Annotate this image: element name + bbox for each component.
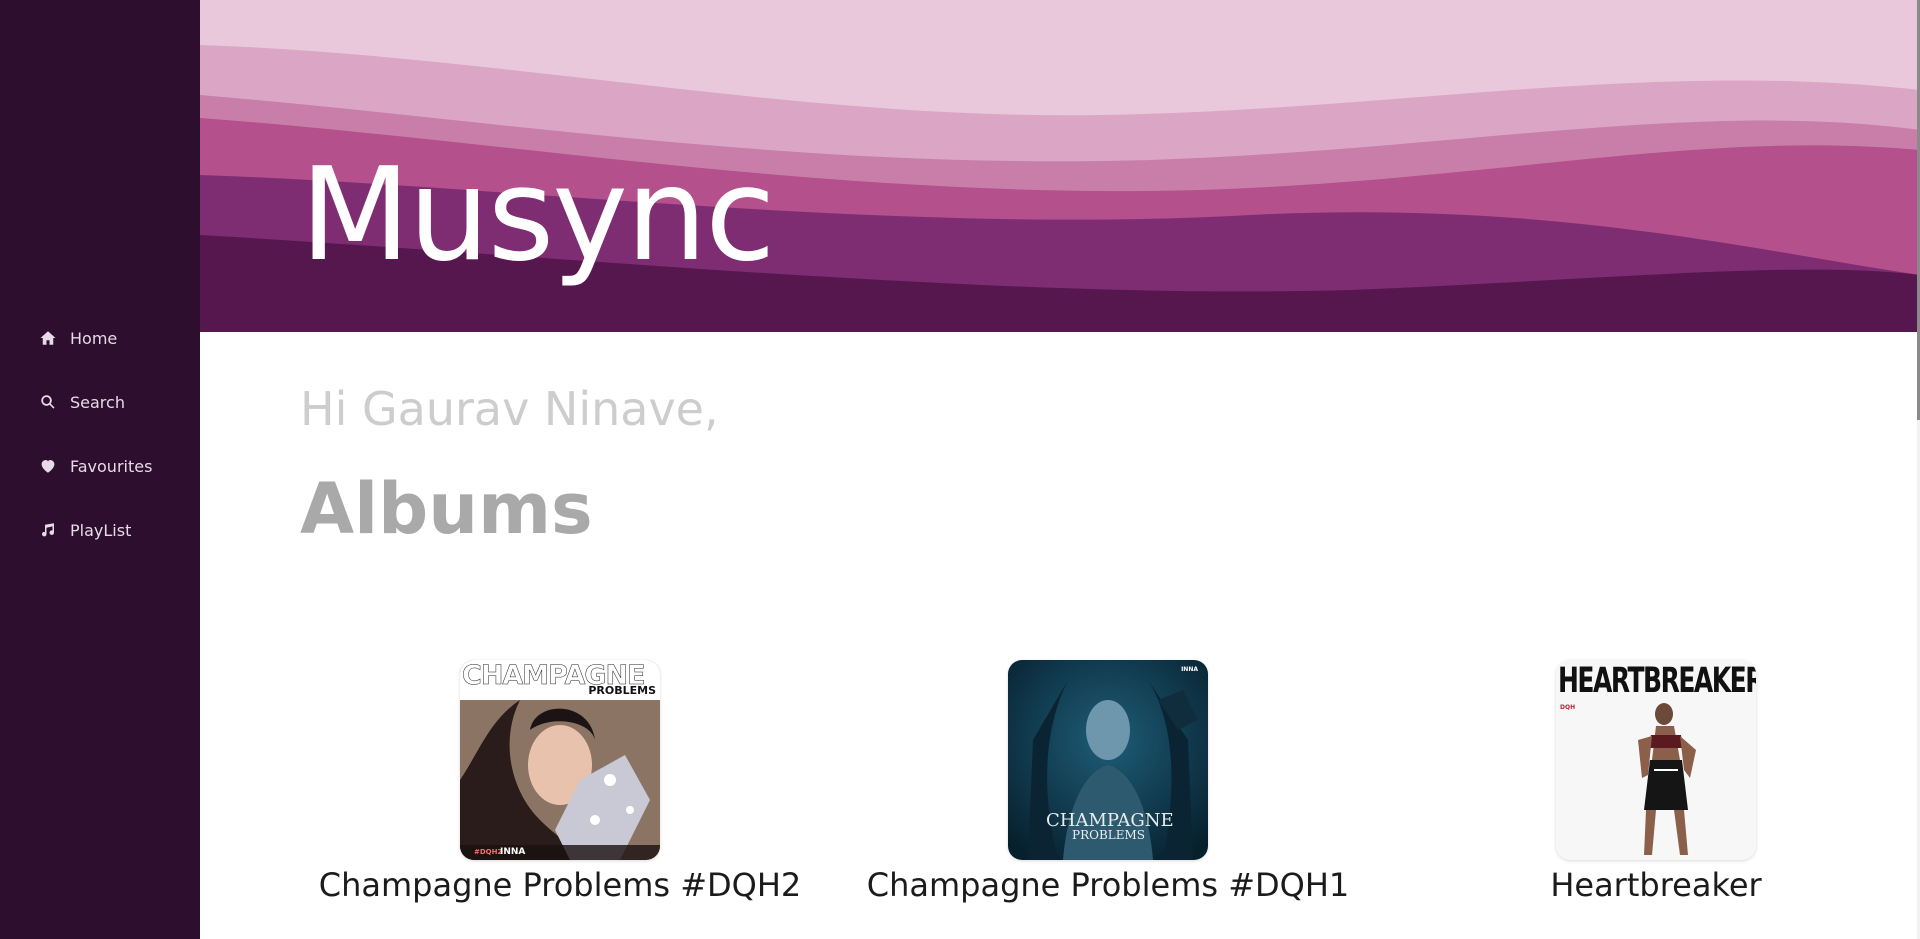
section-title-albums: Albums bbox=[300, 468, 593, 550]
album-name[interactable]: Heartbreaker bbox=[1550, 866, 1761, 904]
main-content: Musync Hi Gaurav Ninave, Albums CHAMPAGN… bbox=[200, 0, 1920, 939]
sidebar: Home Search Favourites PlayList bbox=[0, 0, 200, 939]
greeting-text: Hi Gaurav Ninave, bbox=[300, 382, 719, 436]
cover-tag-text: DQH bbox=[1560, 704, 1576, 711]
sidebar-item-home[interactable]: Home bbox=[0, 306, 200, 370]
sidebar-item-favourites[interactable]: Favourites bbox=[0, 434, 200, 498]
music-note-icon bbox=[38, 520, 58, 540]
app-window: Home Search Favourites PlayList Musync H… bbox=[0, 0, 1920, 939]
app-title: Musync bbox=[300, 141, 775, 290]
search-icon bbox=[38, 392, 58, 412]
cover-tag-text: #DQH2 bbox=[474, 848, 503, 856]
home-icon bbox=[38, 328, 58, 348]
sidebar-item-label: Search bbox=[70, 392, 125, 412]
sidebar-item-playlist[interactable]: PlayList bbox=[0, 498, 200, 562]
sidebar-nav: Home Search Favourites PlayList bbox=[0, 306, 200, 562]
album-name[interactable]: Champagne Problems #DQH1 bbox=[867, 866, 1350, 904]
sidebar-item-search[interactable]: Search bbox=[0, 370, 200, 434]
album-cover[interactable]: CHAMPAGNE PROBLEMS INNA bbox=[1008, 660, 1208, 860]
cover-artist-text: INNA bbox=[500, 847, 526, 857]
header-banner: Musync bbox=[200, 0, 1920, 332]
sidebar-item-label: PlayList bbox=[70, 520, 132, 540]
sidebar-item-label: Favourites bbox=[70, 456, 153, 476]
cover-title-text: HEARTBREAKER bbox=[1558, 660, 1756, 701]
cover-artist-text: INNA bbox=[1181, 666, 1198, 673]
album-card[interactable]: CHAMPAGNE PROBLEMS #DQH2 INNA Champagne … bbox=[319, 660, 801, 904]
album-cover[interactable]: HEARTBREAKER DQH bbox=[1556, 660, 1756, 860]
heart-icon bbox=[38, 456, 58, 476]
cover-subtitle-text: PROBLEMS bbox=[1072, 828, 1146, 842]
cover-subtitle-text: PROBLEMS bbox=[588, 684, 656, 697]
album-card[interactable]: HEARTBREAKER DQH Heartbreaker bbox=[1426, 660, 1886, 904]
album-name[interactable]: Champagne Problems #DQH2 bbox=[319, 866, 802, 904]
album-cover[interactable]: CHAMPAGNE PROBLEMS #DQH2 INNA bbox=[460, 660, 660, 860]
sidebar-item-label: Home bbox=[70, 328, 118, 348]
album-list: CHAMPAGNE PROBLEMS #DQH2 INNA Champagne … bbox=[200, 660, 1920, 939]
album-card[interactable]: CHAMPAGNE PROBLEMS INNA Champagne Proble… bbox=[867, 660, 1349, 904]
